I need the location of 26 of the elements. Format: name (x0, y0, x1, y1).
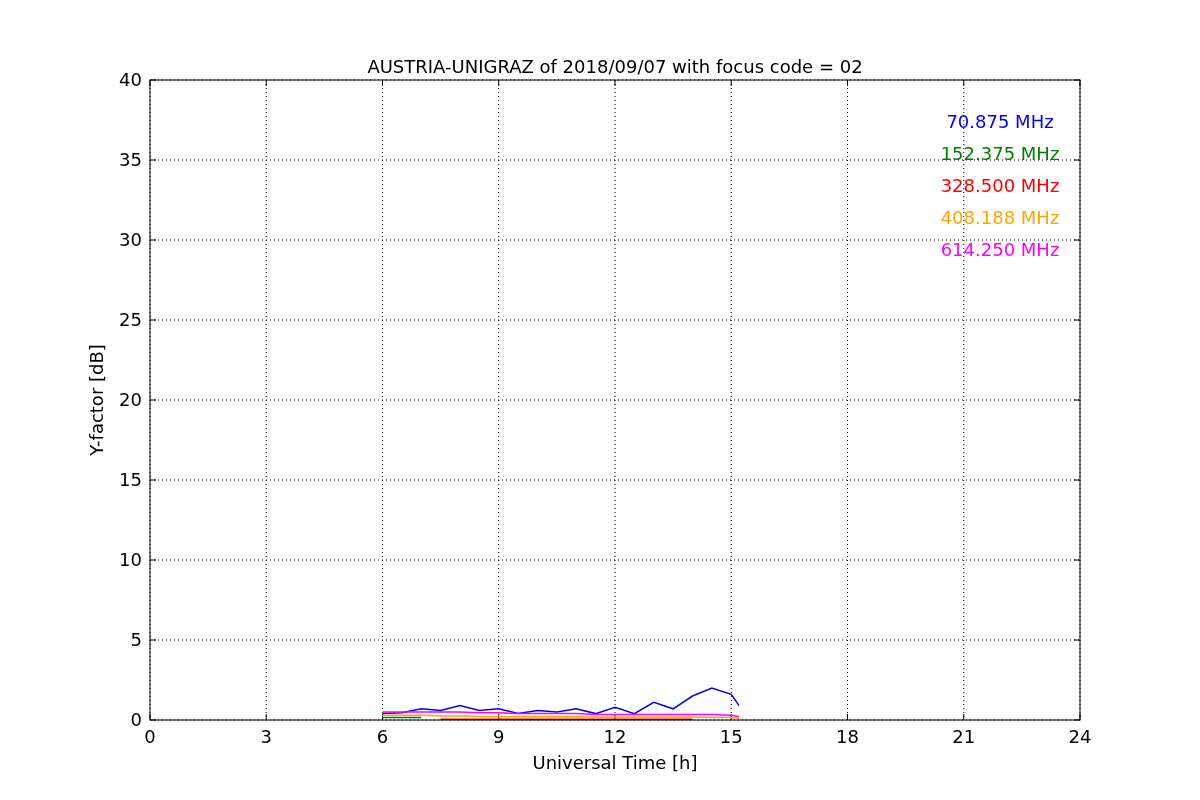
chart-title: AUSTRIA-UNIGRAZ of 2018/09/07 with focus code = 02 (367, 56, 863, 77)
x-tick-label: 3 (260, 726, 272, 747)
y-tick-label: 20 (119, 389, 142, 410)
x-tick-label: 21 (952, 726, 976, 747)
legend-label: 70.875 MHz (946, 111, 1054, 132)
y-tick-label: 40 (119, 69, 142, 90)
x-tick-label: 9 (493, 726, 505, 747)
x-tick-label: 15 (719, 726, 743, 747)
y-tick-label: 15 (119, 469, 142, 490)
x-tick-label: 24 (1068, 726, 1092, 747)
x-axis-label: Universal Time [h] (532, 752, 698, 773)
y-tick-label: 10 (119, 549, 142, 570)
x-tick-label: 12 (603, 726, 627, 747)
legend-label: 152.375 MHz (940, 143, 1060, 164)
x-tick-label: 0 (144, 726, 156, 747)
y-tick-label: 0 (130, 709, 142, 730)
y-tick-label: 5 (130, 629, 142, 650)
y-tick-label: 35 (119, 149, 142, 170)
legend-label: 408.188 MHz (940, 207, 1060, 228)
x-tick-label: 18 (836, 726, 859, 747)
y-tick-label: 30 (119, 229, 142, 250)
x-tick-label: 6 (376, 726, 389, 747)
y-tick-label: 25 (119, 309, 142, 330)
legend-label: 328.500 MHz (940, 175, 1060, 196)
legend-label: 614.250 MHz (940, 239, 1060, 260)
y-axis-label: Y-factor [dB] (86, 344, 107, 456)
